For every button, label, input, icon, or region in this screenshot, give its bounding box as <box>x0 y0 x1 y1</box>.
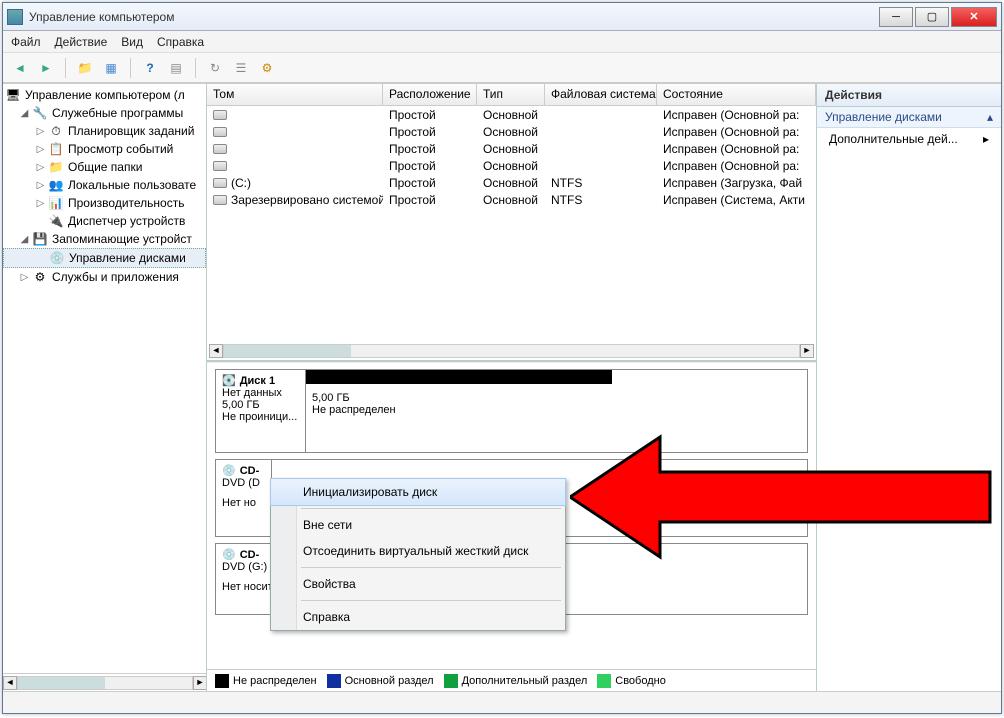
volume-row[interactable]: (C:) Простой Основной NTFS Исправен (Заг… <box>207 174 816 191</box>
disk-1-info: 💽Диск 1 Нет данных 5,00 ГБ Не проиници..… <box>216 370 306 452</box>
volume-row[interactable]: Простой Основной Исправен (Основной ра: <box>207 106 816 123</box>
volume-row[interactable]: Простой Основной Исправен (Основной ра: <box>207 140 816 157</box>
tree-pane: 🖥 Управление компьютером (л ◢ 🔧 Служебны… <box>3 84 207 691</box>
users-icon: 👥 <box>48 177 64 193</box>
tree-services-apps[interactable]: ▷ ⚙ Службы и приложения <box>3 268 206 286</box>
tree-shared-folders[interactable]: ▷ 📁 Общие папки <box>3 158 206 176</box>
expand-icon[interactable]: ▷ <box>35 144 46 155</box>
tree-disk-management[interactable]: 💿 Управление дисками <box>3 248 206 268</box>
col-status[interactable]: Состояние <box>657 84 816 105</box>
folder-icon: 📁 <box>48 159 64 175</box>
cdrom-icon: 💿 <box>222 464 236 477</box>
legend-item: Основной раздел <box>327 674 434 688</box>
volume-row[interactable]: Простой Основной Исправен (Основной ра: <box>207 123 816 140</box>
tree-event-viewer[interactable]: ▷ 📋 Просмотр событий <box>3 140 206 158</box>
drive-icon <box>213 110 227 120</box>
legend-item: Свободно <box>597 674 666 688</box>
annotation-arrow <box>570 432 1000 562</box>
tree-local-users[interactable]: ▷ 👥 Локальные пользовате <box>3 176 206 194</box>
expand-icon[interactable]: ▷ <box>35 126 46 137</box>
settings-icon[interactable]: ⚙ <box>256 57 278 79</box>
disk-context-menu: Инициализировать диск Вне сетиОтсоединить… <box>270 478 566 631</box>
volumes-list: Том Расположение Тип Файловая система Со… <box>207 84 816 362</box>
toolbar: ◄ ► 📁 ▦ ? ▤ ↻ ☰ ⚙ <box>3 53 1001 83</box>
panel-icon[interactable]: ▤ <box>165 57 187 79</box>
menu-help[interactable]: Справка <box>157 35 204 49</box>
context-menu-item[interactable]: Инициализировать диск <box>270 478 566 506</box>
up-level-icon[interactable]: 📁 <box>74 57 96 79</box>
context-menu-item[interactable]: Отсоединить виртуальный жесткий диск <box>271 538 565 564</box>
legend-item: Дополнительный раздел <box>444 674 588 688</box>
expand-icon[interactable]: ▷ <box>19 272 30 283</box>
col-type[interactable]: Тип <box>477 84 545 105</box>
close-button[interactable]: ✕ <box>951 7 997 27</box>
volumes-hscroll[interactable]: ◄ ► <box>207 342 816 360</box>
list-icon[interactable]: ☰ <box>230 57 252 79</box>
perf-icon: 📊 <box>48 195 64 211</box>
col-layout[interactable]: Расположение <box>383 84 477 105</box>
tree-task-scheduler[interactable]: ▷ ⏱ Планировщик заданий <box>3 122 206 140</box>
col-filesystem[interactable]: Файловая система <box>545 84 657 105</box>
event-icon: 📋 <box>48 141 64 157</box>
clock-icon: ⏱ <box>48 123 64 139</box>
expand-icon[interactable]: ▷ <box>35 162 46 173</box>
computer-icon: 🖥 <box>5 87 21 103</box>
cdrom-icon: 💿 <box>222 548 236 561</box>
tree-system-tools[interactable]: ◢ 🔧 Служебные программы <box>3 104 206 122</box>
maximize-button[interactable]: ▢ <box>915 7 949 27</box>
titlebar[interactable]: Управление компьютером ─ ▢ ✕ <box>3 3 1001 31</box>
expand-icon[interactable]: ▷ <box>35 198 46 209</box>
refresh-icon[interactable]: ↻ <box>204 57 226 79</box>
tree-root[interactable]: 🖥 Управление компьютером (л <box>3 86 206 104</box>
window-title: Управление компьютером <box>29 10 877 24</box>
drive-icon <box>213 144 227 154</box>
context-menu-item[interactable]: Свойства <box>271 571 565 597</box>
drive-icon <box>213 178 227 188</box>
disk-1-partition-unallocated[interactable]: 5,00 ГБ Не распределен <box>306 370 612 452</box>
drive-icon <box>213 127 227 137</box>
menu-action[interactable]: Действие <box>55 35 108 49</box>
collapse-icon[interactable]: ◢ <box>19 234 30 245</box>
expand-icon[interactable]: ▷ <box>35 180 46 191</box>
tree-performance[interactable]: ▷ 📊 Производительность <box>3 194 206 212</box>
menu-file[interactable]: Файл <box>11 35 41 49</box>
tree-storage[interactable]: ◢ 💾 Запоминающие устройст <box>3 230 206 248</box>
storage-icon: 💾 <box>32 231 48 247</box>
actions-pane: Действия Управление дисками ▴ Дополнител… <box>817 84 1001 691</box>
actions-header: Действия <box>817 84 1001 107</box>
minimize-button[interactable]: ─ <box>879 7 913 27</box>
disk-mgmt-icon: 💿 <box>49 250 65 266</box>
menu-view[interactable]: Вид <box>121 35 143 49</box>
context-menu-item[interactable]: Вне сети <box>271 512 565 538</box>
menubar: Файл Действие Вид Справка <box>3 31 1001 53</box>
volume-row[interactable]: Зарезервировано системой Простой Основно… <box>207 191 816 208</box>
drive-icon <box>213 161 227 171</box>
volume-row[interactable]: Простой Основной Исправен (Основной ра: <box>207 157 816 174</box>
device-icon: 🔌 <box>48 213 64 229</box>
drive-icon <box>213 195 227 205</box>
statusbar <box>3 691 1001 713</box>
chevron-right-icon: ▸ <box>983 132 989 146</box>
back-button[interactable]: ◄ <box>9 57 31 79</box>
tools-icon: 🔧 <box>32 105 48 121</box>
context-menu-item[interactable]: Справка <box>271 604 565 630</box>
collapse-icon[interactable]: ◢ <box>19 108 30 119</box>
collapse-arrow-icon: ▴ <box>987 110 993 124</box>
tree-device-manager[interactable]: 🔌 Диспетчер устройств <box>3 212 206 230</box>
app-icon <box>7 9 23 25</box>
volumes-header: Том Расположение Тип Файловая система Со… <box>207 84 816 106</box>
actions-section-diskmgmt[interactable]: Управление дисками ▴ <box>817 107 1001 128</box>
properties-icon[interactable]: ▦ <box>100 57 122 79</box>
actions-more[interactable]: Дополнительные дей... ▸ <box>817 128 1001 150</box>
col-volume[interactable]: Том <box>207 84 383 105</box>
legend-item: Не распределен <box>215 674 317 688</box>
services-icon: ⚙ <box>32 269 48 285</box>
forward-button[interactable]: ► <box>35 57 57 79</box>
help-icon[interactable]: ? <box>139 57 161 79</box>
cd-rom-0-info: 💿CD- DVD (D Нет но <box>216 460 272 536</box>
disk-icon: 💽 <box>222 374 236 387</box>
partition-legend: Не распределен Основной раздел Дополнитель… <box>207 669 816 691</box>
tree-hscroll[interactable]: ◄ ► <box>3 673 207 691</box>
